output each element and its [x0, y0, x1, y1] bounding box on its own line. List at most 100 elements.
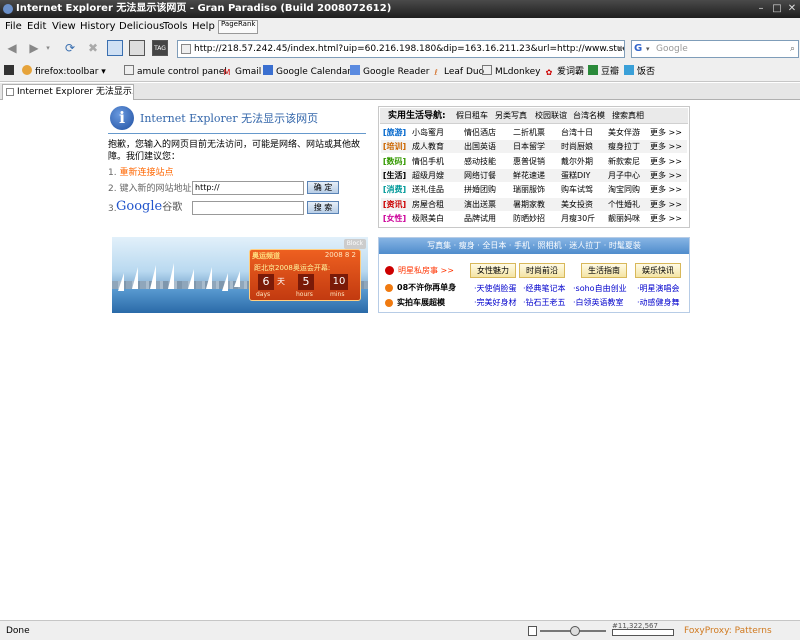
new-address-input[interactable]: http:// — [192, 181, 304, 195]
ad-close-button[interactable]: Block — [343, 239, 366, 249]
tab-entertainment[interactable]: 娱乐快讯 — [635, 263, 681, 278]
life-nav-item[interactable]: 台湾十日 — [561, 126, 593, 139]
menu-delicious[interactable]: Delicious — [119, 18, 164, 36]
search-box[interactable]: G ▾ Google ⌕ — [631, 40, 799, 58]
life-nav-category[interactable]: [旅游] — [381, 126, 408, 139]
maximize-icon[interactable]: □ — [770, 2, 784, 16]
life-nav-more-link[interactable]: 更多 >> — [650, 126, 682, 139]
reconnect-link[interactable]: 重新连接站点 — [119, 168, 173, 178]
tab-fashion[interactable]: 时尚前沿 — [519, 263, 565, 278]
promo-left-item[interactable]: 08不许你再单身 — [397, 283, 456, 293]
life-nav-item[interactable]: 瑞丽服饰 — [513, 183, 545, 196]
life-nav-item[interactable]: 美女投资 — [561, 198, 593, 211]
star-link[interactable]: 明星私房事 >> — [398, 266, 454, 276]
bookmark-mldonkey[interactable]: MLdonkey — [482, 65, 540, 79]
url-bar[interactable]: http://218.57.242.45/index.html?uip=60.2… — [177, 40, 625, 58]
window-titlebar[interactable]: Internet Explorer 无法显示该网页 - Gran Paradis… — [0, 0, 800, 18]
life-nav-item[interactable]: 演出送票 — [464, 198, 496, 211]
life-nav-item[interactable]: 日本留学 — [513, 140, 545, 153]
olympic-banner-ad[interactable]: Block 奥运频道 2008 8 2 距北京2008奥运会开幕: 6 天 5 … — [112, 237, 368, 313]
life-nav-category[interactable]: [培训] — [381, 140, 408, 153]
life-nav-item[interactable]: 暑期家教 — [513, 198, 545, 211]
life-nav-item[interactable]: 情侣手机 — [412, 155, 444, 168]
life-nav-item[interactable]: 感动技能 — [464, 155, 496, 168]
close-icon[interactable]: ✕ — [785, 2, 799, 16]
history-dropdown-icon[interactable]: ▾ — [44, 40, 52, 56]
life-nav-category[interactable]: [资讯] — [381, 198, 408, 211]
minimize-icon[interactable]: – — [754, 2, 768, 16]
life-nav-item[interactable]: 超级月嫂 — [412, 169, 444, 182]
life-nav-more-link[interactable]: 更多 >> — [650, 169, 682, 182]
life-nav-item[interactable]: 个性婚礼 — [608, 198, 640, 211]
life-nav-category[interactable]: [女性] — [381, 212, 408, 225]
life-nav-more-link[interactable]: 更多 >> — [650, 140, 682, 153]
screen-icon[interactable] — [129, 40, 145, 56]
promo-link[interactable]: ·经典笔记本 — [523, 284, 566, 294]
tab-female-charm[interactable]: 女性魅力 — [470, 263, 516, 278]
life-nav-item[interactable]: 淘宝同购 — [608, 183, 640, 196]
bookmark-google-calendar[interactable]: Google Calendar — [263, 65, 351, 79]
life-nav-more-link[interactable]: 更多 >> — [650, 183, 682, 196]
life-nav-item[interactable]: 月瘦30斤 — [561, 212, 595, 225]
life-nav-item[interactable]: 美女伴游 — [608, 126, 640, 139]
life-nav-link[interactable]: 另类写真 — [495, 108, 527, 124]
life-nav-item[interactable]: 成人教育 — [412, 140, 444, 153]
life-nav-item[interactable]: 鲜花速递 — [513, 169, 545, 182]
life-nav-link[interactable]: 台湾名模 — [573, 108, 605, 124]
tab-active[interactable]: Internet Explorer 无法显示... — [2, 84, 134, 100]
bookmark-iciba[interactable]: ✿ 爱词霸 — [544, 65, 584, 79]
life-nav-item[interactable]: 极限美白 — [412, 212, 444, 225]
life-nav-link[interactable]: 搜索真相 — [612, 108, 644, 124]
life-nav-more-link[interactable]: 更多 >> — [650, 198, 682, 211]
search-icon[interactable]: ⌕ — [790, 41, 795, 57]
proxy-status[interactable]: FoxyProxy: Patterns — [684, 621, 772, 641]
menu-file[interactable]: File — [5, 18, 22, 36]
forward-icon[interactable]: ▶ — [26, 40, 42, 56]
stop-icon[interactable]: ✖ — [85, 40, 101, 56]
go-button[interactable]: 确 定 — [307, 181, 339, 194]
bookmark-firefox-toolbar[interactable]: firefox:toolbar ▾ — [22, 65, 106, 79]
google-search-input[interactable] — [192, 201, 304, 215]
promo-link[interactable]: ·天使俏脸蛋 — [474, 284, 517, 294]
google-search-button[interactable]: 搜 索 — [307, 201, 339, 214]
menu-tools[interactable]: Tools — [163, 18, 188, 36]
life-nav-item[interactable]: 房屋合租 — [412, 198, 444, 211]
promo-link[interactable]: ·soho自由创业 — [573, 284, 627, 294]
bookmark-google-reader[interactable]: Google Reader — [350, 65, 429, 79]
menu-help[interactable]: Help — [192, 18, 215, 36]
bookmark-amule[interactable]: amule control panel — [124, 65, 227, 79]
bookmark-leaf-duo[interactable]: ℓ Leaf Duo — [431, 65, 484, 79]
life-nav-item[interactable]: 二折机票 — [513, 126, 545, 139]
menu-history[interactable]: History — [80, 18, 116, 36]
life-nav-item[interactable]: 惠普促销 — [513, 155, 545, 168]
life-nav-item[interactable]: 购车试驾 — [561, 183, 593, 196]
menu-edit[interactable]: Edit — [27, 18, 46, 36]
tag-icon[interactable]: TAG — [152, 40, 168, 56]
promo-link[interactable]: ·完美好身材 — [474, 298, 517, 308]
life-nav-item[interactable]: 情侣酒店 — [464, 126, 496, 139]
life-nav-item[interactable]: 月子中心 — [608, 169, 640, 182]
zoom-slider[interactable] — [528, 626, 608, 636]
bookmark-gmail[interactable]: M Gmail — [222, 65, 262, 79]
bookmark-fanfou[interactable]: 饭否 — [624, 65, 655, 79]
life-nav-item[interactable]: 防晒妙招 — [513, 212, 545, 225]
menu-view[interactable]: View — [52, 18, 76, 36]
promo-link[interactable]: ·明星演唱会 — [637, 284, 680, 294]
life-nav-item[interactable]: 新款索尼 — [608, 155, 640, 168]
life-nav-item[interactable]: 送礼佳品 — [412, 183, 444, 196]
sidebar-icon[interactable] — [107, 40, 123, 56]
life-nav-category[interactable]: [消费] — [381, 183, 408, 196]
life-nav-more-link[interactable]: 更多 >> — [650, 155, 682, 168]
life-nav-item[interactable]: 时尚厨娘 — [561, 140, 593, 153]
life-nav-item[interactable]: 蛋糕DIY — [561, 169, 590, 182]
life-nav-link[interactable]: 假日租车 — [456, 108, 488, 124]
life-nav-item[interactable]: 瘦身拉丁 — [608, 140, 640, 153]
google-engine-icon[interactable]: G — [634, 42, 646, 56]
tab-life-guide[interactable]: 生活指南 — [581, 263, 627, 278]
life-nav-more-link[interactable]: 更多 >> — [650, 212, 682, 225]
back-icon[interactable]: ◀ — [4, 40, 20, 56]
life-nav-item[interactable]: 出国英语 — [464, 140, 496, 153]
bookmark-toolbar-icon[interactable] — [4, 65, 17, 79]
life-nav-category[interactable]: [生活] — [381, 169, 408, 182]
life-nav-item[interactable]: 网络订餐 — [464, 169, 496, 182]
